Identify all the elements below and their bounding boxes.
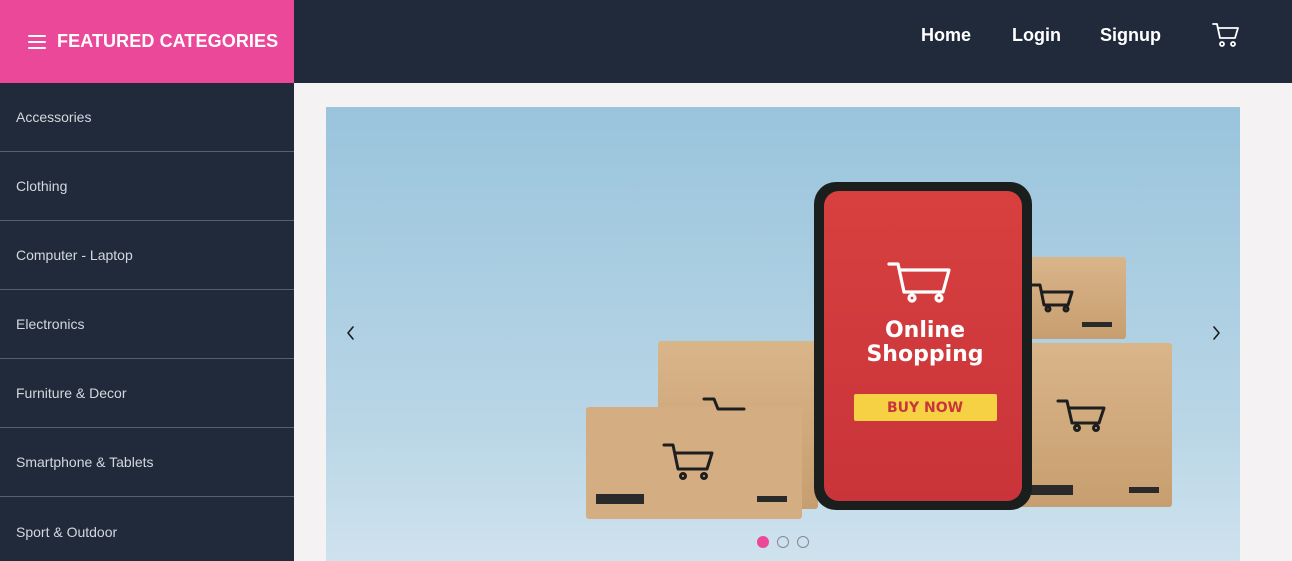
cart-icon[interactable] [1212, 22, 1240, 48]
sidebar-item-label: Sport & Outdoor [16, 523, 118, 540]
nav-login: Login [1012, 0, 1061, 70]
hero-carousel: Online Shopping BUY NOW [326, 107, 1240, 561]
buy-now-label: BUY NOW [887, 400, 963, 416]
sidebar-item-label: Accessories [16, 109, 92, 125]
nav-signup: Signup [1100, 0, 1161, 70]
sidebar-item-computer-laptop[interactable]: Computer - Laptop [0, 221, 294, 290]
hero-slide-image: Online Shopping BUY NOW [326, 107, 1240, 561]
nav-home: Home [921, 0, 971, 70]
sidebar-item-furniture-decor[interactable]: Furniture & Decor [0, 359, 294, 428]
hamburger-icon [28, 34, 46, 49]
category-sidebar: Accessories Clothing Computer - Laptop E… [0, 83, 294, 561]
carousel-dot[interactable] [777, 536, 789, 548]
sidebar-item-label: Smartphone & Tablets [16, 454, 154, 470]
chevron-left-icon[interactable] [340, 318, 360, 348]
sidebar-item-label: Computer - Laptop [16, 247, 133, 263]
featured-categories-toggle[interactable]: FEATURED CATEGORIES [0, 0, 294, 83]
sidebar-item-label: Furniture & Decor [16, 385, 127, 401]
signup-link[interactable]: Signup [1100, 25, 1161, 46]
carousel-dot[interactable] [797, 536, 809, 548]
sidebar-item-accessories[interactable]: Accessories [0, 83, 294, 152]
sidebar-item-electronics[interactable]: Electronics [0, 290, 294, 359]
featured-categories-label: FEATURED CATEGORIES [57, 31, 279, 51]
sidebar-item-label: Clothing [16, 178, 68, 194]
sidebar-item-smartphone-tablets[interactable]: Smartphone & Tablets [0, 428, 294, 497]
chevron-right-icon[interactable] [1207, 318, 1227, 348]
sidebar-item-clothing[interactable]: Clothing [0, 152, 294, 221]
home-link[interactable]: Home [921, 25, 971, 46]
slide-title-line1: Online [885, 318, 965, 343]
sidebar-item-sport-outdoor[interactable]: Sport & Outdoor [0, 497, 294, 561]
login-link[interactable]: Login [1012, 25, 1061, 46]
sidebar-item-label: Electronics [16, 316, 85, 332]
carousel-indicators [757, 536, 809, 548]
carousel-dot[interactable] [757, 536, 769, 548]
slide-title-line2: Shopping [866, 342, 983, 367]
